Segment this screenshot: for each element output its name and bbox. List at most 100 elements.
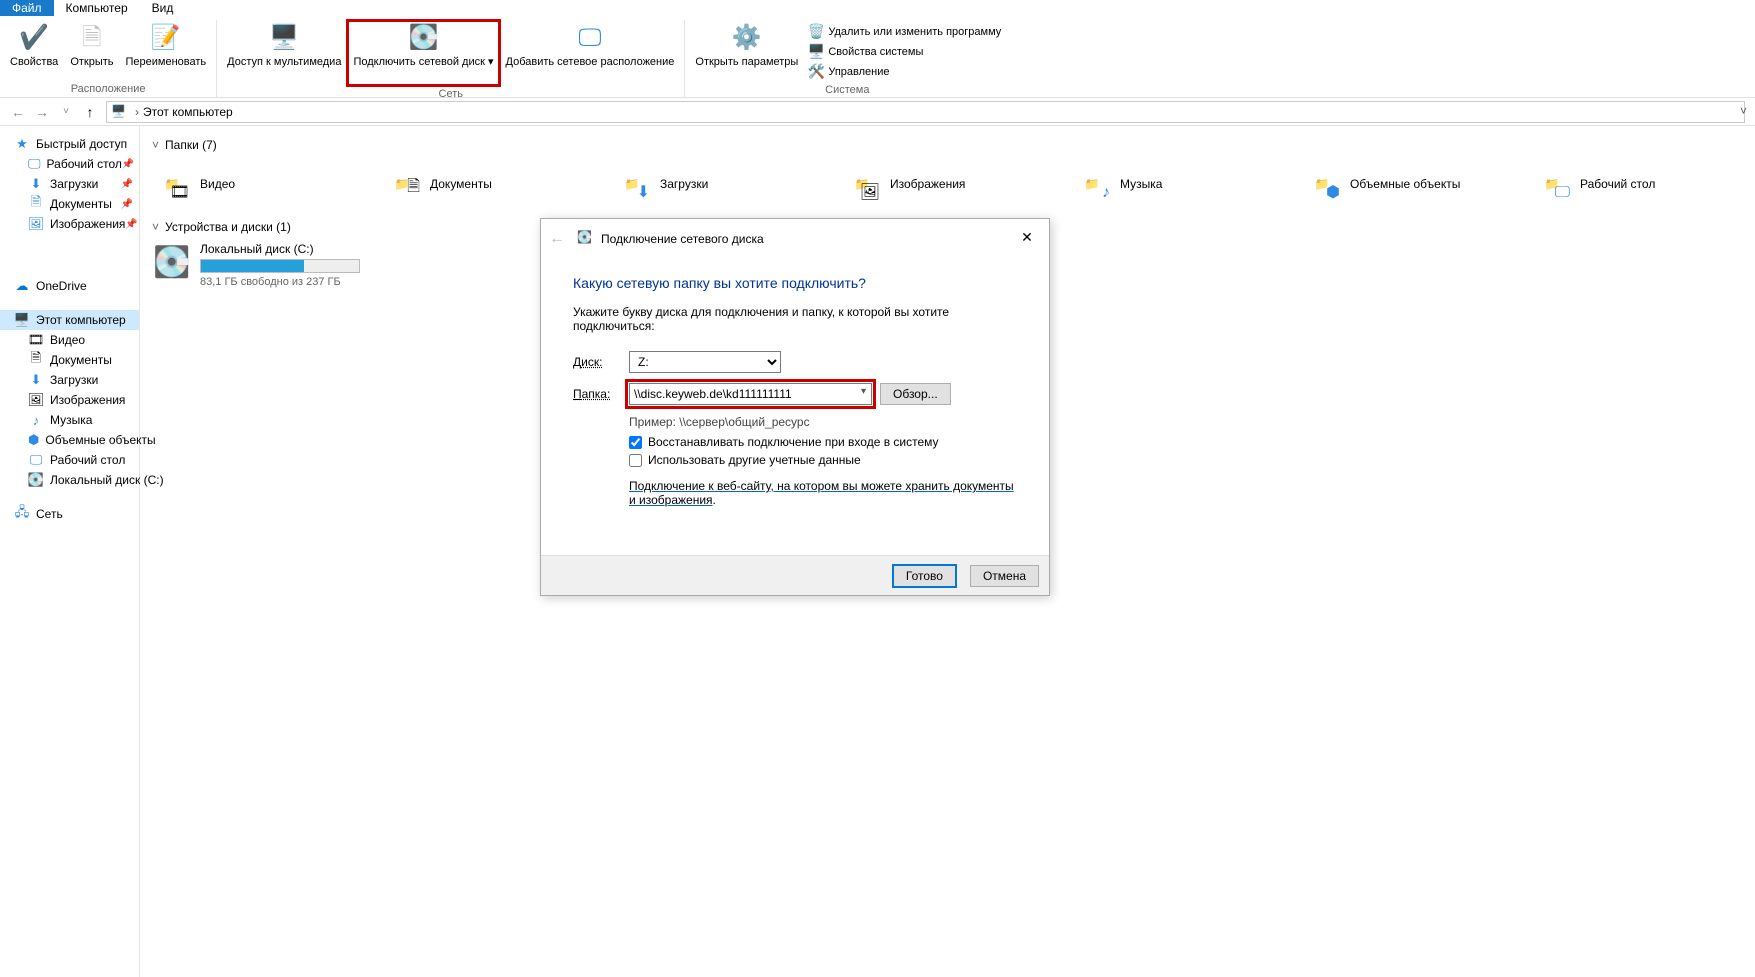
sidebar-pc-documents[interactable]: 🗎Документы bbox=[0, 350, 139, 370]
nav-forward[interactable]: → bbox=[30, 104, 54, 120]
browse-button[interactable]: Обзор... bbox=[880, 383, 951, 405]
other-credentials-label: Использовать другие учетные данные bbox=[648, 453, 861, 467]
network-icon: 🖧 bbox=[14, 506, 30, 522]
film-icon: 🎞 bbox=[170, 182, 190, 202]
menu-view[interactable]: Вид bbox=[140, 0, 186, 16]
doc-icon: 🗎 bbox=[407, 175, 420, 202]
onedrive-icon: ☁ bbox=[14, 278, 30, 294]
sidebar-quick-access[interactable]: ★Быстрый доступ bbox=[0, 134, 139, 154]
pin-icon: 📌 bbox=[121, 179, 133, 190]
sidebar-pc-pictures[interactable]: 🖼Изображения bbox=[0, 390, 139, 410]
sidebar-network[interactable]: 🖧Сеть bbox=[0, 504, 139, 524]
music-icon: ♪ bbox=[28, 412, 44, 428]
dialog-header: ← 💽 Подключение сетевого диска ✕ bbox=[541, 219, 1049, 259]
address-bar: ← → ˅ ↑ 🖥️ › Этот компьютер bbox=[0, 98, 1755, 126]
folder-videos[interactable]: 📁🎞Видео bbox=[152, 160, 342, 208]
nav-back[interactable]: ← bbox=[6, 104, 30, 120]
rename-icon: 📝 bbox=[150, 22, 182, 54]
folder-documents[interactable]: 📁🗎Документы bbox=[382, 160, 572, 208]
sidebar-pc-videos[interactable]: 🎞Видео bbox=[0, 330, 139, 350]
group-label-location: Расположение bbox=[71, 81, 146, 97]
section-folders[interactable]: ˅Папки (7) bbox=[152, 138, 1743, 152]
drive-free-text: 83,1 ГБ свободно из 237 ГБ bbox=[200, 276, 360, 288]
drive-letter-label: Диск: bbox=[573, 355, 629, 369]
settings-icon: ⚙️ bbox=[731, 22, 763, 54]
dialog-instruction: Укажите букву диска для подключения и па… bbox=[573, 305, 1017, 333]
sidebar-pc-3dobjects[interactable]: ⬢Объемные объекты bbox=[0, 430, 139, 450]
chevron-down-icon: ˅ bbox=[152, 220, 159, 234]
folder-music[interactable]: 📁♪Музыка bbox=[1072, 160, 1262, 208]
btn-properties[interactable]: ✔️ Свойства bbox=[4, 20, 64, 81]
sidebar-onedrive[interactable]: ☁OneDrive bbox=[0, 276, 139, 296]
btn-add-location-label: Добавить сетевое расположение bbox=[506, 56, 675, 68]
dialog-footer: Готово Отмена bbox=[541, 555, 1049, 595]
desktop-icon: 🖵 bbox=[28, 156, 41, 172]
btn-rename[interactable]: 📝 Переименовать bbox=[120, 20, 213, 81]
finish-button[interactable]: Готово bbox=[893, 565, 956, 587]
sidebar-pc-localdisk[interactable]: 💽Локальный диск (C:) bbox=[0, 470, 139, 490]
folder-pictures[interactable]: 📁🖼Изображения bbox=[842, 160, 1032, 208]
sysprops-icon: 🖥️ bbox=[808, 44, 824, 60]
sidebar-quick-downloads[interactable]: ⬇Загрузки📌 bbox=[0, 174, 139, 194]
btn-uninstall[interactable]: 🗑️Удалить или изменить программу bbox=[804, 22, 1005, 42]
downloads-icon: ⬇ bbox=[28, 176, 44, 192]
folder-desktop[interactable]: 📁🖵Рабочий стол bbox=[1532, 160, 1722, 208]
drive-letter-select[interactable]: Z: bbox=[629, 351, 781, 373]
folder-downloads[interactable]: 📁⬇Загрузки bbox=[612, 160, 802, 208]
sidebar-quick-pictures[interactable]: 🖼Изображения📌 bbox=[0, 214, 139, 234]
folder-path-input[interactable] bbox=[629, 383, 872, 405]
nav-recent[interactable]: ˅ bbox=[54, 106, 78, 117]
desktop-icon: 🖵 bbox=[1555, 184, 1570, 202]
star-icon: ★ bbox=[14, 136, 30, 152]
drive-local-c[interactable]: 💽 Локальный диск (C:) 83,1 ГБ свободно и… bbox=[152, 242, 432, 288]
menu-file[interactable]: Файл bbox=[0, 0, 54, 16]
folder-icon: 📁 bbox=[1085, 177, 1100, 191]
btn-rename-label: Переименовать bbox=[126, 56, 207, 68]
sidebar-quick-desktop[interactable]: 🖵Рабочий стол📌 bbox=[0, 154, 139, 174]
btn-add-network-location[interactable]: 🖵 Добавить сетевое расположение bbox=[500, 20, 681, 86]
btn-map-drive-label: Подключить сетевой диск ▾ bbox=[353, 56, 493, 68]
sidebar-pc-music[interactable]: ♪Музыка bbox=[0, 410, 139, 430]
folder-3dobjects[interactable]: 📁⬢Объемные объекты bbox=[1302, 160, 1492, 208]
sidebar-this-pc[interactable]: 🖥️Этот компьютер bbox=[0, 310, 139, 330]
sidebar-quick-documents[interactable]: 🗎Документы📌 bbox=[0, 194, 139, 214]
btn-settings-label: Открыть параметры bbox=[695, 56, 798, 68]
dialog-heading: Какую сетевую папку вы хотите подключить… bbox=[573, 275, 1017, 291]
picture-icon: 🖼 bbox=[860, 182, 880, 202]
reconnect-checkbox[interactable] bbox=[629, 436, 642, 449]
ribbon-collapse-icon[interactable]: ˅ bbox=[1740, 104, 1747, 118]
btn-open[interactable]: 🗎 Открыть bbox=[64, 20, 119, 81]
btn-map-network-drive[interactable]: 💽 Подключить сетевой диск ▾ bbox=[347, 20, 499, 86]
drive-icon: 💽 bbox=[407, 22, 439, 54]
media-icon: 🖥️ bbox=[268, 22, 300, 54]
sidebar-pc-downloads[interactable]: ⬇Загрузки bbox=[0, 370, 139, 390]
pictures-icon: 🖼 bbox=[28, 216, 44, 232]
download-icon: ⬇ bbox=[637, 182, 650, 202]
pc-icon: 🖥️ bbox=[14, 312, 30, 328]
reconnect-label: Восстанавливать подключение при входе в … bbox=[648, 435, 939, 449]
connect-website-link[interactable]: Подключение к веб-сайту, на котором вы м… bbox=[629, 479, 1014, 507]
sidebar-pc-desktop[interactable]: 🖵Рабочий стол bbox=[0, 450, 139, 470]
btn-open-settings[interactable]: ⚙️ Открыть параметры bbox=[689, 20, 804, 82]
cancel-button[interactable]: Отмена bbox=[970, 565, 1039, 587]
dialog-back-icon[interactable]: ← bbox=[549, 230, 571, 248]
documents-icon: 🗎 bbox=[28, 352, 44, 368]
nav-up[interactable]: ↑ bbox=[78, 104, 102, 120]
pictures-icon: 🖼 bbox=[28, 392, 44, 408]
folder-label: Папка: bbox=[573, 387, 629, 401]
btn-properties-label: Свойства bbox=[10, 56, 58, 68]
menu-computer[interactable]: Компьютер bbox=[54, 0, 140, 16]
btn-manage[interactable]: 🛠️Управление bbox=[804, 62, 1005, 82]
crumb-root[interactable]: Этот компьютер bbox=[143, 105, 233, 119]
videos-icon: 🎞 bbox=[28, 332, 44, 348]
close-button[interactable]: ✕ bbox=[1011, 225, 1043, 249]
other-credentials-checkbox[interactable] bbox=[629, 454, 642, 467]
pc-icon: 🖥️ bbox=[111, 104, 127, 120]
drive-space-bar bbox=[200, 259, 360, 273]
breadcrumb[interactable]: 🖥️ › Этот компьютер bbox=[106, 101, 1745, 123]
map-network-drive-dialog: ← 💽 Подключение сетевого диска ✕ Какую с… bbox=[540, 218, 1050, 596]
btn-media-access[interactable]: 🖥️ Доступ к мультимедиа bbox=[221, 20, 347, 86]
btn-system-props[interactable]: 🖥️Свойства системы bbox=[804, 42, 1005, 62]
uninstall-icon: 🗑️ bbox=[808, 24, 824, 40]
chevron-down-icon: ˅ bbox=[152, 138, 159, 152]
